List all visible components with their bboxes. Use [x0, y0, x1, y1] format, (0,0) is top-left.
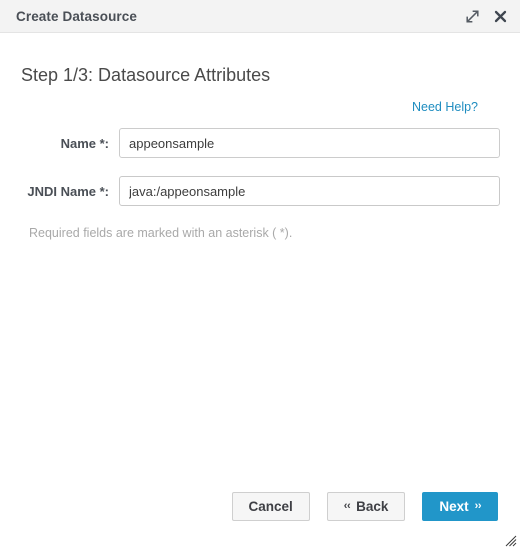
create-datasource-dialog: Create Datasource Step 1/3: Datasource A…: [0, 0, 520, 550]
name-field-label: Name *:: [60, 135, 109, 151]
titlebar-actions: [465, 9, 508, 24]
page-title: Step 1/3: Datasource Attributes: [21, 65, 271, 85]
dialog-footer: Cancel ‹‹ Back Next ››: [0, 492, 520, 521]
name-input[interactable]: [119, 128, 500, 158]
chevron-left-icon: ‹‹: [343, 500, 351, 512]
datasource-attributes-form: Name *: JNDI Name *: Required fields are…: [20, 128, 500, 240]
jndi-name-input[interactable]: [119, 176, 500, 206]
help-row: Need Help?: [20, 98, 500, 116]
cancel-button[interactable]: Cancel: [231, 492, 310, 521]
close-icon[interactable]: [493, 9, 508, 24]
need-help-link[interactable]: Need Help?: [412, 100, 478, 114]
next-button-label: Next: [439, 498, 469, 514]
form-row-jndi-name: JNDI Name *:: [20, 176, 500, 206]
cancel-button-label: Cancel: [248, 498, 293, 514]
back-button-label: Back: [356, 498, 389, 514]
dialog-titlebar: Create Datasource: [0, 0, 520, 33]
required-fields-note: Required fields are marked with an aster…: [29, 226, 293, 240]
form-row-name: Name *:: [20, 128, 500, 158]
dialog-body: Step 1/3: Datasource Attributes Need Hel…: [0, 33, 520, 550]
jndi-name-field-wrapper: [119, 176, 500, 206]
next-button[interactable]: Next ››: [422, 492, 498, 521]
back-button[interactable]: ‹‹ Back: [326, 492, 406, 521]
chevron-right-icon: ››: [474, 500, 482, 512]
jndi-name-field-label: JNDI Name *:: [27, 183, 109, 199]
dialog-title: Create Datasource: [16, 8, 138, 24]
expand-icon[interactable]: [465, 9, 480, 24]
resize-grip-icon[interactable]: [503, 533, 517, 547]
name-field-wrapper: [119, 128, 500, 158]
